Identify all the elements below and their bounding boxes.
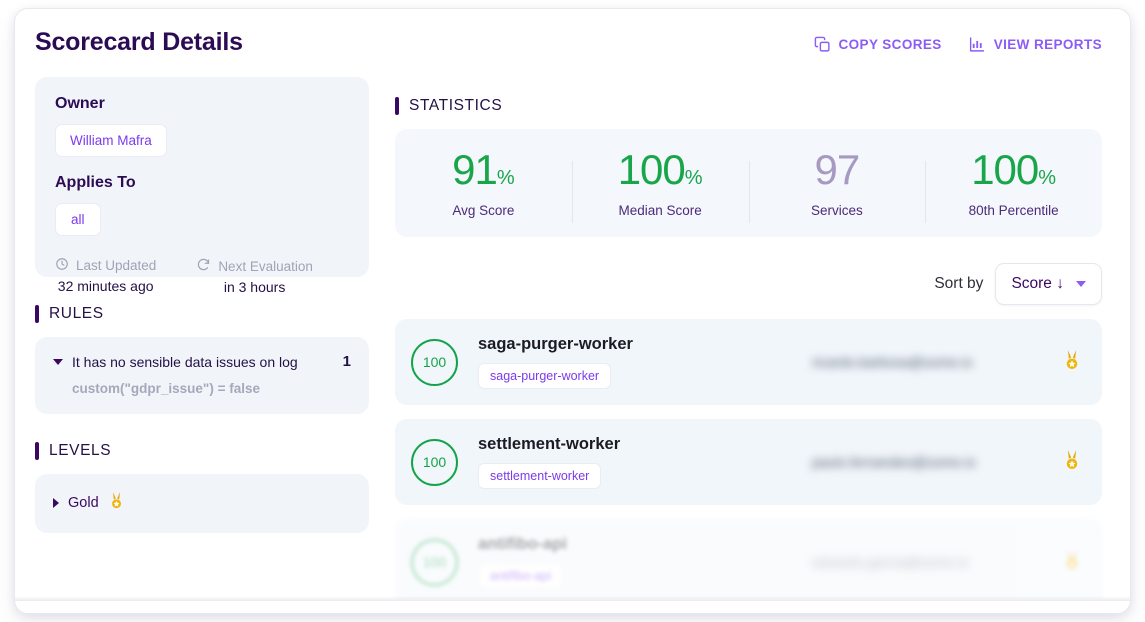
bottom-edge-mask [15,599,1130,613]
next-evaluation-label-line: Next Evaluation [196,257,313,275]
rules-card: It has no sensible data issues on log 1 … [35,337,369,414]
applies-to-chip[interactable]: all [55,203,101,236]
service-main: antifibo-api antifibo-api [478,535,812,589]
copy-scores-label: COPY SCORES [838,36,942,52]
levels-card: Gold [35,474,369,533]
main-content: STATISTICS 91% Avg Score 100% Median Sco… [387,69,1130,613]
rule-expression: custom("gdpr_issue") = false [72,381,260,396]
service-tag[interactable]: saga-purger-worker [478,363,612,389]
service-owner-email: paulo.fernandes@some.io [812,454,976,470]
copy-icon [814,36,831,53]
copy-scores-button[interactable]: COPY SCORES [814,36,942,53]
sort-bar: Sort by Score ↓ [395,263,1102,305]
service-owner-email: eduardo.garcia@some.io [812,554,969,570]
stat-80th-percentile-label: 80th Percentile [968,202,1059,218]
rule-item-left: It has no sensible data issues on log [53,354,298,370]
stat-services-value: 97 [814,145,861,193]
gold-medal-icon [108,491,125,515]
service-row[interactable]: 100 settlement-worker settlement-worker … [395,419,1102,505]
service-owner-email: ricardo.barbosa@some.io [812,354,973,370]
service-score-ring: 100 [411,538,458,586]
stat-avg-score-label: Avg Score [452,202,515,218]
sidebar: Owner William Mafra Applies To all Last … [15,69,387,613]
service-row[interactable]: 100 antifibo-api antifibo-api eduardo.ga… [395,519,1102,605]
statistics-title-text: STATISTICS [409,97,503,114]
stat-median-score: 100% Median Score [571,145,749,223]
last-updated-label: Last Updated [76,258,157,273]
service-score-ring: 100 [411,338,458,386]
levels-title-text: LEVELS [49,442,112,459]
next-evaluation-label: Next Evaluation [218,258,313,274]
stat-median-score-label: Median Score [618,202,702,218]
service-list: 100 saga-purger-worker saga-purger-worke… [395,319,1102,605]
statistics-panel: 91% Avg Score 100% Median Score 97 Servi… [395,129,1102,237]
service-tag[interactable]: antifibo-api [478,563,564,589]
stat-80th-percentile-value: 100% [971,145,1057,193]
level-name: Gold [68,495,99,511]
statistics-section-title: STATISTICS [395,97,1102,115]
levels-section-title: LEVELS [35,442,369,460]
gold-medal-icon [1042,549,1082,576]
last-updated-label-line: Last Updated [55,257,156,274]
next-evaluation-value: in 3 hours [223,279,286,295]
rules-title-text: RULES [49,305,104,322]
scroll-shadow [15,596,1130,601]
page-header: Scorecard Details COPY SCORES VIEW REPOR… [15,9,1130,75]
gold-medal-icon [1042,449,1082,476]
bar-chart-icon [968,36,986,53]
meta-row: Last Updated 32 minutes ago Next Evaluat… [55,257,349,295]
owner-chip[interactable]: William Mafra [55,124,167,157]
service-name: settlement-worker [478,435,621,453]
service-name: antifibo-api [478,535,567,553]
chevron-down-icon [1076,281,1086,287]
stat-median-score-value: 100% [617,145,703,193]
service-tag[interactable]: settlement-worker [478,463,602,489]
next-evaluation-block: Next Evaluation in 3 hours [196,257,313,295]
section-accent-bar [395,97,399,115]
chevron-right-icon[interactable] [53,498,59,508]
chevron-down-icon[interactable] [53,358,63,365]
sort-by-value: Score ↓ [1011,275,1064,292]
owner-card: Owner William Mafra Applies To all Last … [35,77,369,295]
service-score-ring: 100 [411,438,458,486]
last-updated-block: Last Updated 32 minutes ago [55,257,156,295]
sort-by-label: Sort by [934,275,984,292]
last-updated-value: 32 minutes ago [57,278,154,294]
header-actions: COPY SCORES VIEW REPORTS [814,32,1103,53]
applies-to-heading: Applies To [55,174,136,191]
section-accent-bar [35,305,39,323]
owner-heading: Owner [55,95,105,112]
gold-medal-icon [1042,349,1082,376]
service-row[interactable]: 100 saga-purger-worker saga-purger-worke… [395,319,1102,405]
view-reports-button[interactable]: VIEW REPORTS [968,36,1102,53]
service-main: saga-purger-worker saga-purger-worker [478,335,812,389]
stat-80th-percentile: 100% 80th Percentile [925,145,1102,223]
rule-count: 1 [342,353,351,370]
stat-avg-score-value: 91% [452,145,515,193]
body-columns: Owner William Mafra Applies To all Last … [15,69,1130,613]
stat-services-label: Services [810,202,863,218]
level-item-gold[interactable]: Gold [53,491,351,515]
service-name: saga-purger-worker [478,335,633,353]
stat-avg-score: 91% Avg Score [395,145,572,218]
stat-services: 97 Services [748,145,926,223]
page-title: Scorecard Details [35,27,243,56]
rule-name: It has no sensible data issues on log [72,353,298,370]
section-accent-bar [35,442,39,460]
clock-icon [55,257,69,274]
sort-by-select[interactable]: Score ↓ [995,263,1102,305]
rule-item[interactable]: It has no sensible data issues on log 1 [53,353,351,370]
view-reports-label: VIEW REPORTS [993,36,1102,52]
rules-section-title: RULES [35,305,369,323]
scorecard-details-page: Scorecard Details COPY SCORES VIEW REPOR… [14,8,1131,614]
service-main: settlement-worker settlement-worker [478,435,812,489]
refresh-icon [196,257,211,275]
